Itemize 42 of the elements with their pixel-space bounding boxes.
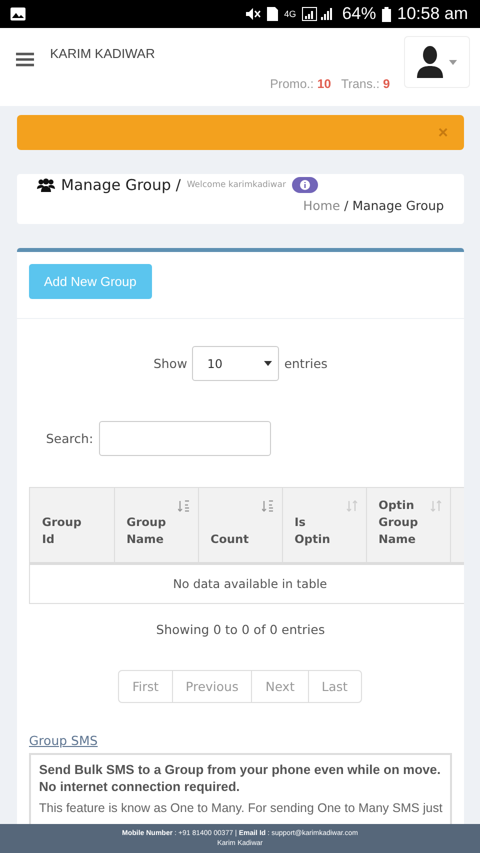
- menu-icon[interactable]: [16, 52, 34, 67]
- battery-icon: [382, 6, 392, 22]
- column-header[interactable]: Is Optin: [282, 488, 366, 563]
- show-label: Show: [153, 356, 188, 371]
- group-sms-link[interactable]: Group SMS: [29, 733, 98, 748]
- breadcrumb-link[interactable]: Home: [303, 198, 340, 213]
- user-name: KARIM KADIWAR: [50, 46, 156, 61]
- empty-table-message: No data available in table: [30, 563, 464, 603]
- credit-balance: Trans.: 9: [341, 77, 390, 91]
- sim-icon: [267, 7, 278, 21]
- user-menu-button[interactable]: [404, 36, 470, 88]
- search-label: Search:: [46, 431, 94, 446]
- entries-label: entries: [284, 356, 328, 371]
- column-header[interactable]: Optin Group Name: [366, 488, 450, 563]
- search-field[interactable]: [99, 421, 272, 456]
- network-type: 4G: [284, 9, 296, 19]
- column-header[interactable]: Count: [198, 488, 282, 563]
- users-icon: [37, 178, 55, 192]
- battery-level: 64%: [342, 4, 376, 24]
- column-header[interactable]: Group Id: [30, 488, 114, 563]
- caret-icon: [264, 361, 272, 366]
- info-badge[interactable]: [292, 177, 318, 193]
- mute-icon: [245, 7, 262, 21]
- sort-icon[interactable]: [346, 500, 358, 512]
- clock-time: 10:58 am: [397, 4, 468, 24]
- breadcrumb-separator: /: [344, 198, 348, 213]
- welcome-text: Welcome karimkadiwar: [186, 180, 286, 190]
- help-text: This feature is know as One to Many. For sending One to Many SMS just: [39, 801, 442, 815]
- caret-icon: [449, 60, 457, 64]
- avatar-icon: [417, 46, 443, 78]
- sort-icon[interactable]: [262, 500, 274, 512]
- table-info: Showing 0 to 0 of 0 entries: [155, 622, 326, 637]
- breadcrumb-current: Manage Group: [352, 198, 444, 213]
- page-title: Manage Group /: [61, 176, 181, 194]
- help-heading: Send Bulk SMS to a Group from your phone even while on move. No internet connection required.: [39, 761, 442, 795]
- image-icon: [10, 7, 26, 21]
- sort-icon[interactable]: [430, 500, 442, 512]
- info-icon: [300, 180, 310, 190]
- sort-icon[interactable]: [178, 500, 190, 512]
- credit-balance: Promo.: 10: [270, 77, 332, 91]
- entries-select[interactable]: 10: [192, 346, 280, 381]
- column-header[interactable]: Group Name: [114, 488, 198, 563]
